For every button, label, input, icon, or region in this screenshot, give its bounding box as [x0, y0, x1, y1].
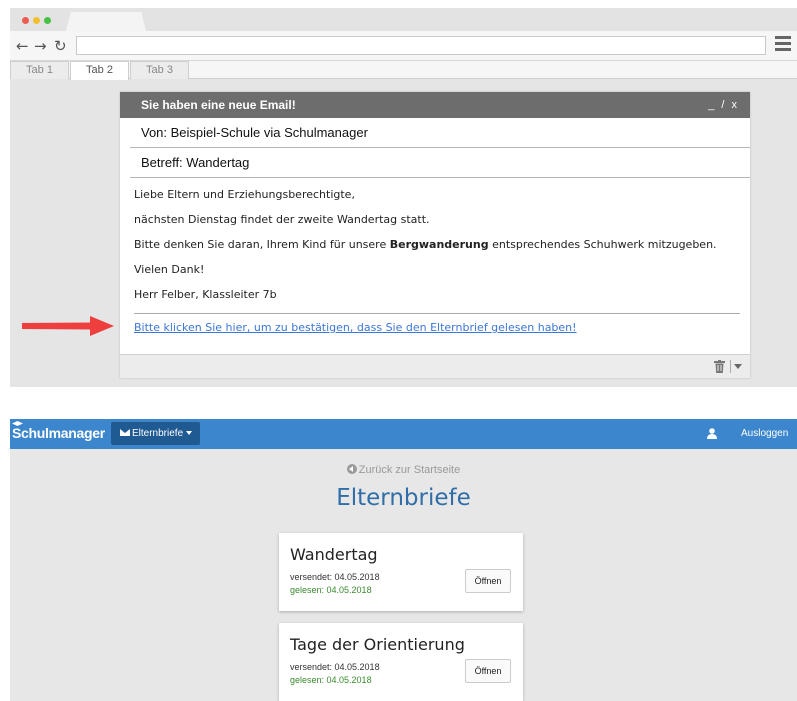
close-window-dot-icon[interactable] — [22, 17, 29, 24]
email-subject: Betreff: Wandertag — [130, 148, 750, 178]
address-input[interactable] — [76, 36, 766, 55]
email-from: Von: Beispiel-Schule via Schulmanager — [130, 118, 750, 148]
browser-tab[interactable] — [66, 12, 146, 31]
letter-title: Tage der Orientierung — [290, 635, 465, 654]
envelope-icon — [120, 429, 130, 436]
browser-titlebar — [10, 8, 797, 31]
email-line-2-end: entsprechendes Schuhwerk mitzugeben. — [488, 238, 717, 251]
letter-sent-date: versendet: 04.05.2018 — [290, 572, 380, 582]
confirm-read-link[interactable]: Bitte klicken Sie hier, um zu bestätigen… — [134, 321, 750, 334]
letter-read-date: gelesen: 04.05.2018 — [290, 585, 372, 595]
email-dialog-title: Sie haben eine neue Email! — [141, 98, 296, 112]
back-to-start-link[interactable]: Zurück zur Startseite — [10, 464, 797, 476]
red-arrow-icon — [22, 316, 114, 336]
reload-icon[interactable]: ↻ — [54, 37, 67, 55]
email-line-2: Bitte denken Sie daran, Ihrem Kind für u… — [134, 238, 736, 263]
letter-sent-date: versendet: 04.05.2018 — [290, 662, 380, 672]
email-body: Liebe Eltern und Erziehungsberechtigte, … — [120, 178, 750, 313]
user-icon[interactable] — [707, 428, 717, 439]
hamburger-menu-icon[interactable] — [775, 36, 791, 52]
minimize-window-dot-icon[interactable] — [33, 17, 40, 24]
trash-icon[interactable] — [714, 360, 725, 373]
elternbriefe-menu-button[interactable]: Elternbriefe — [111, 422, 200, 445]
maximize-window-dot-icon[interactable] — [44, 17, 51, 24]
open-letter-button[interactable]: Öffnen — [465, 569, 511, 593]
email-line-1: nächsten Dienstag findet der zweite Wand… — [134, 213, 430, 226]
footer-separator — [730, 360, 731, 373]
email-footer — [120, 354, 750, 378]
forward-arrow-icon[interactable]: → — [34, 37, 47, 55]
email-greeting: Liebe Eltern und Erziehungsberechtigte, — [134, 188, 355, 201]
browser-window: ← → ↻ Tab 1 Tab 2 Tab 3 Sie haben eine n… — [10, 8, 797, 387]
letter-title: Wandertag — [290, 545, 378, 564]
back-arrow-icon[interactable]: ← — [16, 37, 29, 55]
arrow-circle-left-icon — [346, 464, 357, 474]
brand-logo[interactable]: Schulmanager — [12, 421, 105, 441]
caret-down-icon — [186, 431, 193, 435]
tab-2[interactable]: Tab 2 — [70, 61, 129, 80]
letter-card: Wandertag versendet: 04.05.2018 gelesen:… — [279, 533, 523, 611]
email-divider — [134, 313, 740, 314]
tab-3[interactable]: Tab 3 — [130, 61, 189, 79]
open-letter-button[interactable]: Öffnen — [465, 659, 511, 683]
email-signature: Herr Felber, Klassleiter 7b — [134, 288, 277, 301]
schulmanager-app: Schulmanager Elternbriefe Ausloggen Zurü… — [10, 419, 797, 701]
back-link-label: Zurück zur Startseite — [358, 464, 461, 476]
browser-toolbar: ← → ↻ — [10, 31, 797, 61]
elternbriefe-menu-label: Elternbriefe — [132, 428, 184, 439]
email-thanks: Vielen Dank! — [134, 263, 205, 276]
tab-1[interactable]: Tab 1 — [10, 61, 69, 79]
graduation-cap-icon — [12, 421, 23, 426]
letter-read-date: gelesen: 04.05.2018 — [290, 675, 372, 685]
chevron-down-icon[interactable] — [734, 364, 742, 369]
page-title: Elternbriefe — [336, 485, 471, 511]
email-dialog: Sie haben eine neue Email! _ / x Von: Be… — [120, 92, 750, 378]
email-line-2-start: Bitte denken Sie daran, Ihrem Kind für u… — [134, 238, 390, 251]
email-line-2-bold: Bergwanderung — [389, 238, 489, 251]
app-navbar: Schulmanager Elternbriefe Ausloggen — [10, 419, 797, 449]
window-controls[interactable]: _ / x — [708, 92, 739, 118]
page-tabstrip: Tab 1 Tab 2 Tab 3 — [10, 61, 797, 80]
letter-card: Tage der Orientierung versendet: 04.05.2… — [279, 623, 523, 701]
logout-link[interactable]: Ausloggen — [741, 428, 788, 439]
email-dialog-header: Sie haben eine neue Email! _ / x — [120, 92, 750, 118]
brand-name: Schulmanager — [12, 425, 105, 441]
